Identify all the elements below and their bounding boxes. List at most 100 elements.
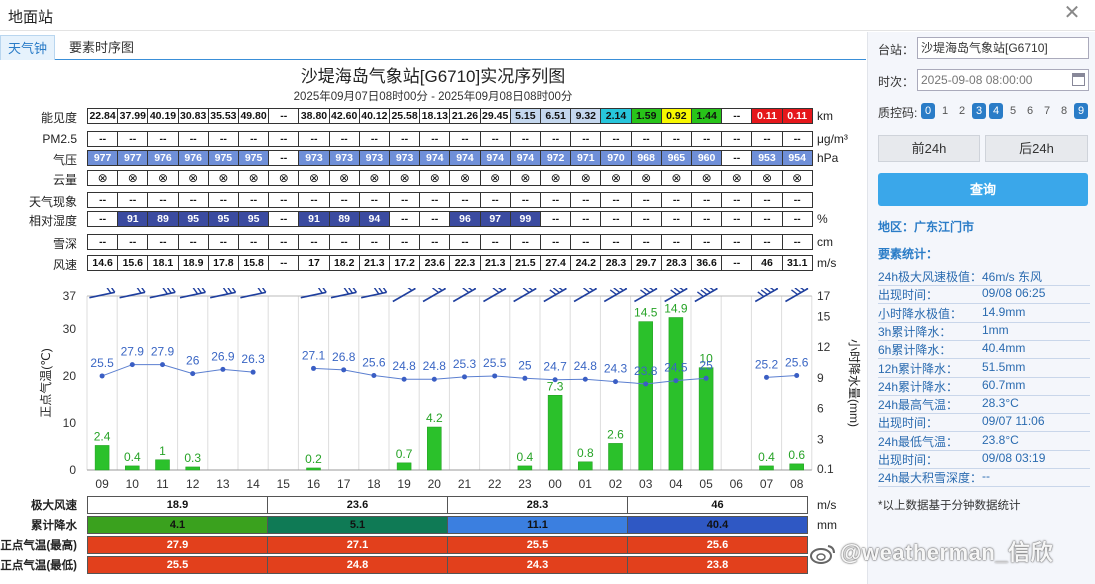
station-label: 台站： — [878, 43, 915, 57]
rain-bar — [668, 317, 684, 471]
chart-subtitle: 2025年09月07日08时00分 - 2025年09月08日08时00分 — [293, 91, 573, 103]
table-cell: 91 — [298, 211, 330, 227]
table-cell: 24.2 — [570, 255, 602, 271]
temperature-point — [703, 375, 709, 381]
temperature-point — [764, 374, 769, 380]
table-cell: 28.3 — [600, 255, 632, 271]
table-cell: 95 — [238, 211, 270, 227]
table-cell: 1.44 — [691, 108, 723, 124]
table-cell: -- — [509, 192, 541, 208]
rain-bar — [396, 462, 412, 471]
table-cell: -- — [540, 211, 572, 227]
qc-code-toggle[interactable]: 2 — [955, 103, 969, 119]
summary-band: 27.9 — [87, 536, 268, 554]
close-icon[interactable]: ✕ — [1063, 3, 1081, 23]
table-cell: -- — [358, 131, 390, 147]
weibo-icon — [810, 545, 835, 565]
qc-code-toggle[interactable]: 0 — [921, 103, 935, 119]
qc-code-toggle[interactable]: 5 — [1006, 103, 1020, 119]
table-cell: -- — [268, 192, 300, 208]
table-cell: 97 — [479, 211, 511, 227]
rain-bar — [155, 459, 170, 471]
x-tick-label: 11 — [156, 477, 169, 488]
table-cell: 40.12 — [358, 108, 390, 124]
stat-key: 3h累计降水： — [878, 324, 952, 339]
x-tick-label: 19 — [397, 477, 411, 488]
query-button[interactable]: 查询 — [878, 173, 1088, 206]
summary-band: 25.6 — [627, 536, 808, 554]
x-tick-label: 13 — [216, 477, 230, 488]
table-cell: -- — [570, 211, 602, 227]
table-cell: 9.32 — [570, 108, 602, 124]
tab-element-timeseries[interactable]: 要素时序图 — [62, 35, 141, 60]
time-field[interactable]: 2025-09-08 08:00:00 — [917, 69, 1089, 91]
qc-code-toggle[interactable]: 8 — [1057, 103, 1071, 119]
qc-code-toggle[interactable]: 6 — [1023, 103, 1037, 119]
table-cell: 95 — [177, 211, 209, 227]
right-tick-label: 6 — [817, 402, 824, 416]
x-tick-label: 03 — [639, 477, 653, 488]
table-cell: -- — [540, 192, 572, 208]
right-tick-label: 0.1 — [817, 462, 834, 476]
temperature-point — [462, 374, 467, 380]
row-unit: μg/m³ — [817, 132, 848, 146]
table-cell: ⊗ — [147, 170, 179, 186]
rain-label: 0.4 — [124, 450, 141, 464]
row-label: 相对湿度 — [28, 214, 77, 228]
x-tick-label: 22 — [488, 477, 502, 488]
rain-bar — [427, 426, 442, 471]
qc-code-toggle[interactable]: 3 — [972, 103, 986, 119]
table-cell: -- — [207, 234, 239, 250]
temperature-point — [522, 375, 528, 381]
summary-band: 24.3 — [447, 556, 628, 574]
stat-row: 3h累计降水： 1mm — [878, 323, 1090, 341]
table-cell: -- — [87, 192, 119, 208]
table-cell: ⊗ — [600, 170, 632, 186]
table-cell: 14.6 — [87, 255, 119, 271]
table-cell: ⊗ — [87, 170, 119, 186]
table-cell: -- — [721, 192, 753, 208]
temperature-label: 25.3 — [453, 357, 477, 371]
table-cell: -- — [540, 131, 572, 147]
table-cell: -- — [691, 131, 723, 147]
table-cell: ⊗ — [419, 170, 451, 186]
table-cell: -- — [147, 234, 179, 250]
next-24h-button[interactable]: 后24h — [985, 135, 1088, 162]
table-cell: 1.59 — [630, 108, 662, 124]
station-field[interactable]: 沙堤海岛气象站[G6710] — [917, 37, 1089, 59]
x-tick-label: 12 — [186, 477, 200, 488]
table-cell: -- — [691, 211, 723, 227]
watermark: @weatherman_信欣 — [810, 535, 1053, 567]
temperature-point — [552, 377, 558, 383]
qc-code-toggle[interactable]: 1 — [938, 103, 952, 119]
temperature-label: 26.3 — [241, 352, 265, 366]
table-cell: -- — [389, 234, 421, 250]
table-cell: -- — [389, 192, 421, 208]
temperature-point — [613, 379, 618, 385]
qc-code-toggle[interactable]: 7 — [1040, 103, 1054, 119]
table-cell: -- — [781, 234, 813, 250]
tab-weather-clock[interactable]: 天气钟 — [0, 35, 56, 60]
stat-value: -- — [982, 469, 990, 484]
right-tick-label: 3 — [817, 432, 824, 446]
prev-24h-button[interactable]: 前24h — [878, 135, 980, 162]
x-tick-label: 20 — [428, 477, 442, 488]
summary-band: 27.1 — [267, 536, 448, 554]
temperature-label: 24.8 — [392, 359, 416, 373]
x-tick-label: 09 — [95, 477, 109, 488]
table-cell: ⊗ — [328, 170, 360, 186]
table-cell: ⊗ — [207, 170, 239, 186]
temperature-label: 24.3 — [604, 362, 628, 376]
table-cell: 30.83 — [177, 108, 209, 124]
table-cell: -- — [419, 234, 451, 250]
calendar-icon[interactable] — [1072, 73, 1085, 86]
left-tick-label: 30 — [63, 322, 77, 336]
qc-code-toggle[interactable]: 4 — [989, 103, 1003, 119]
temperature-point — [582, 376, 588, 382]
wind-barb-icon — [664, 288, 688, 303]
rain-label: 4.2 — [426, 411, 443, 425]
qc-code-toggle[interactable]: 9 — [1074, 103, 1088, 119]
stat-value: 51.5mm — [982, 359, 1026, 374]
table-cell: ⊗ — [177, 170, 209, 186]
x-tick-label: 21 — [458, 477, 472, 488]
